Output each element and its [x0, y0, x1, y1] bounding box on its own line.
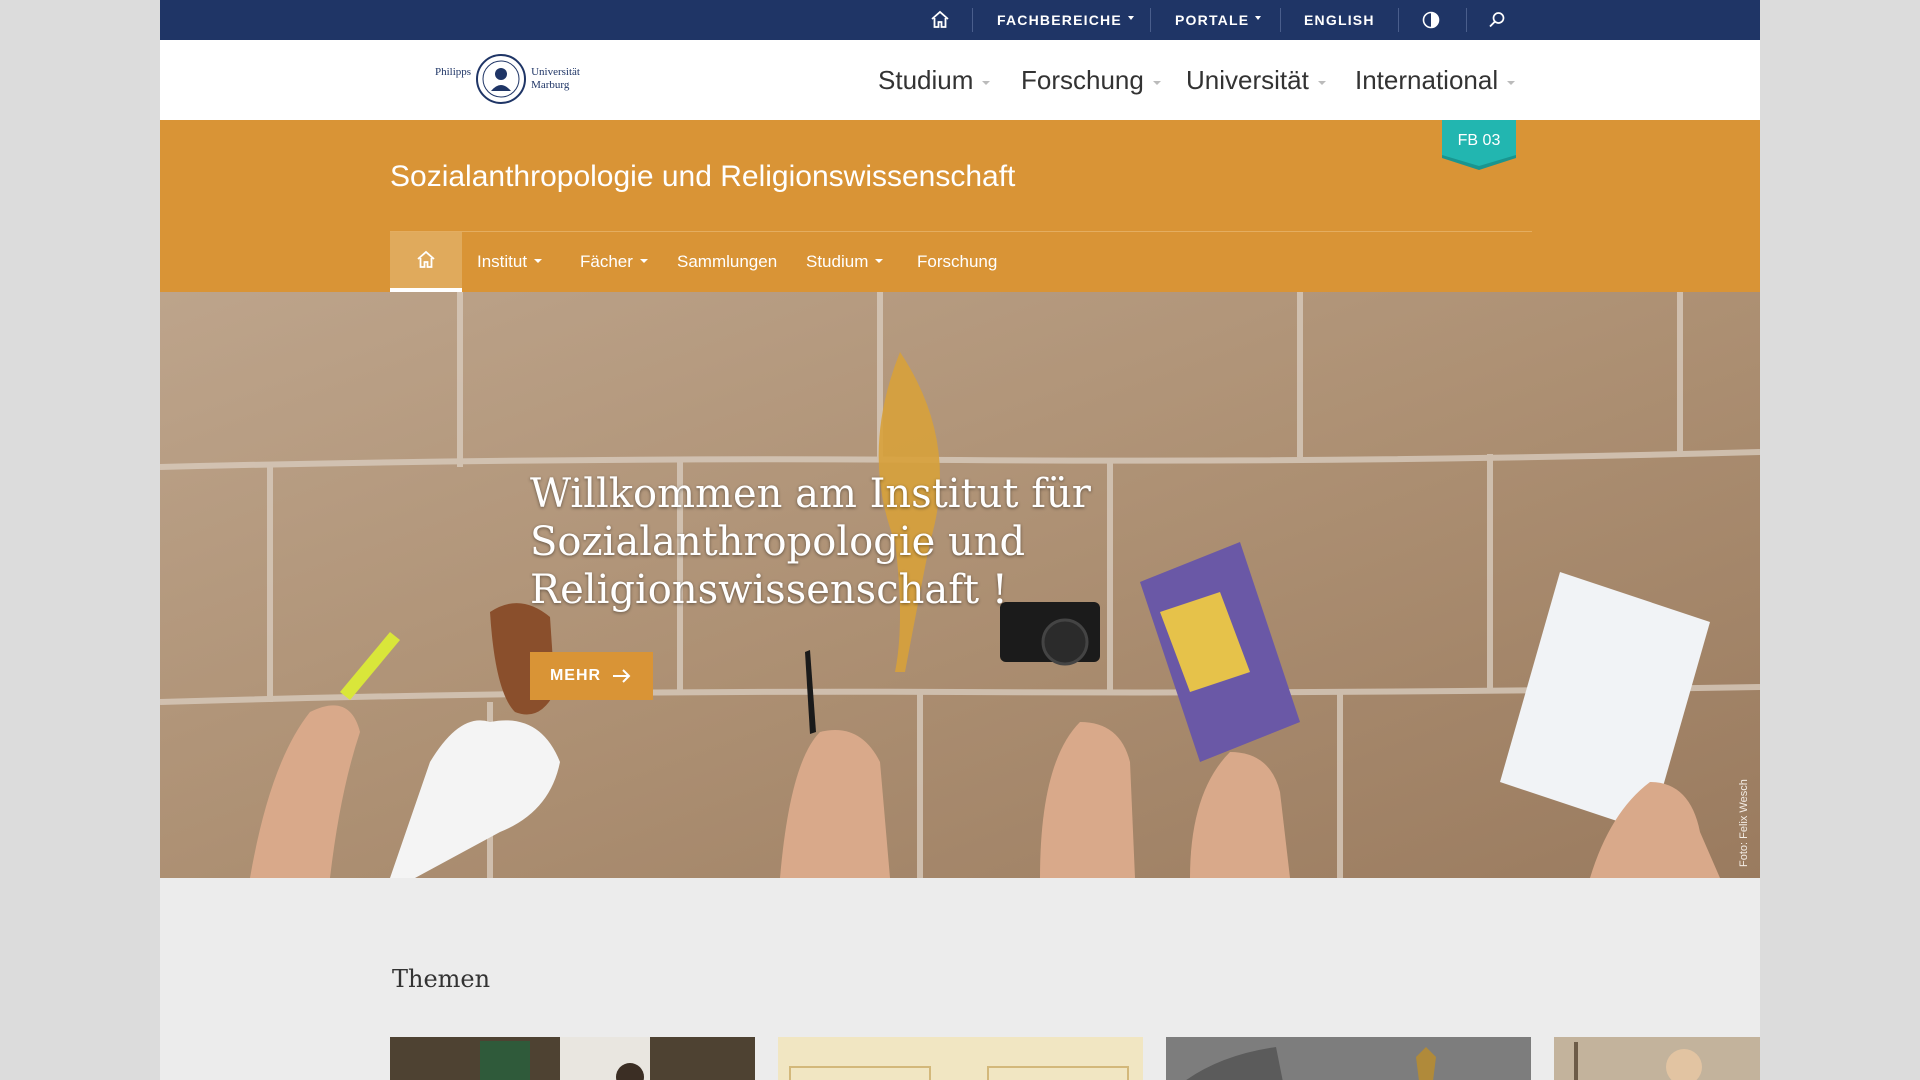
card-image: [1554, 1037, 1760, 1080]
subnav-forschung-label: Forschung: [917, 252, 998, 271]
subnav-studium-label: Studium: [806, 252, 869, 271]
topic-card[interactable]: [390, 1037, 755, 1080]
department-band: Sozialanthropologie und Religionswissens…: [160, 120, 1760, 292]
contrast-icon: [1422, 11, 1440, 29]
caret-down-icon: [1317, 81, 1326, 85]
utility-bar: FACHBEREICHE PORTALE ENGLISH: [160, 0, 1760, 40]
search-button[interactable]: [1488, 0, 1506, 40]
nav-studium-label: Studium: [878, 64, 974, 95]
university-logo[interactable]: Philipps Universität Marburg: [435, 52, 587, 106]
divider: [972, 8, 973, 32]
subnav-home[interactable]: [390, 232, 462, 292]
caret-down-icon: [982, 81, 991, 85]
university-seal-icon: [476, 54, 527, 104]
hero-headline: Willkommen am Institut für Sozialanthrop…: [530, 470, 1170, 614]
portale-label: PORTALE: [1175, 12, 1250, 28]
nav-universitaet[interactable]: Universität: [1186, 40, 1326, 120]
portale-menu[interactable]: PORTALE: [1175, 0, 1262, 40]
nav-forschung[interactable]: Forschung: [1021, 40, 1161, 120]
caret-down-icon: [534, 258, 543, 263]
english-label: ENGLISH: [1304, 12, 1375, 28]
fachbereiche-label: FACHBEREICHE: [997, 12, 1122, 28]
divider: [1280, 8, 1281, 32]
main-header: Philipps Universität Marburg Studium For…: [160, 40, 1760, 120]
home-icon: [417, 250, 435, 268]
subnav-faecher[interactable]: Fächer: [580, 232, 648, 292]
more-button-label: MEHR: [549, 667, 602, 684]
caret-down-icon: [1152, 81, 1161, 85]
topic-card[interactable]: [778, 1037, 1143, 1080]
contrast-toggle[interactable]: [1422, 0, 1440, 40]
subnav-faecher-label: Fächer: [580, 252, 633, 271]
photo-credit: Foto: Felix Wesch: [1738, 779, 1750, 867]
card-image: [1166, 1037, 1531, 1080]
search-icon: [1489, 12, 1505, 28]
subnav-sammlungen[interactable]: Sammlungen: [677, 232, 777, 292]
caret-down-icon: [1127, 16, 1134, 20]
fachbereiche-menu[interactable]: FACHBEREICHE: [997, 0, 1134, 40]
hero-headline-line: Sozialanthropologie und: [530, 519, 1026, 565]
card-image: [778, 1037, 1143, 1080]
logo-text-left: Philipps: [435, 66, 472, 78]
subnav-institut[interactable]: Institut: [477, 232, 543, 292]
logo-text-right-1: Universität: [531, 66, 580, 78]
divider: [1466, 8, 1467, 32]
home-link[interactable]: [930, 0, 950, 40]
caret-down-icon: [1255, 16, 1262, 20]
faculty-badge-label: FB 03: [1457, 132, 1501, 149]
topic-card[interactable]: [1554, 1037, 1760, 1080]
hero-headline-line: Religionswissenschaft !: [530, 567, 1008, 613]
divider: [1398, 8, 1399, 32]
nav-studium[interactable]: Studium: [878, 40, 991, 120]
department-title: Sozialanthropologie und Religionswissens…: [390, 160, 1016, 193]
hero-banner: Willkommen am Institut für Sozialanthrop…: [160, 292, 1760, 878]
section-title: Themen: [392, 965, 491, 993]
page: FACHBEREICHE PORTALE ENGLISH Philipps Un…: [160, 0, 1760, 1080]
card-image: [390, 1037, 755, 1080]
nav-universitaet-label: Universität: [1186, 64, 1309, 95]
caret-down-icon: [875, 258, 884, 263]
subnav-forschung[interactable]: Forschung: [917, 232, 997, 292]
subnav-institut-label: Institut: [477, 252, 528, 271]
english-link[interactable]: ENGLISH: [1304, 0, 1375, 40]
hero-headline-line: Willkommen am Institut für: [530, 471, 1091, 517]
nav-forschung-label: Forschung: [1021, 64, 1144, 95]
subnav-studium[interactable]: Studium: [806, 232, 884, 292]
divider: [1150, 8, 1151, 32]
subnav-sammlungen-label: Sammlungen: [677, 252, 778, 271]
logo-text-right-2: Marburg: [531, 79, 570, 91]
home-icon: [931, 10, 949, 28]
arrow-right-icon: [613, 669, 631, 683]
nav-international[interactable]: International: [1355, 40, 1516, 120]
caret-down-icon: [639, 258, 648, 263]
nav-international-label: International: [1355, 64, 1499, 95]
caret-down-icon: [1507, 81, 1516, 85]
topic-card[interactable]: [1166, 1037, 1531, 1080]
more-button[interactable]: MEHR: [530, 652, 653, 700]
faculty-badge[interactable]: FB 03: [1442, 120, 1516, 170]
logo-text-right: Universität Marburg: [531, 66, 580, 92]
